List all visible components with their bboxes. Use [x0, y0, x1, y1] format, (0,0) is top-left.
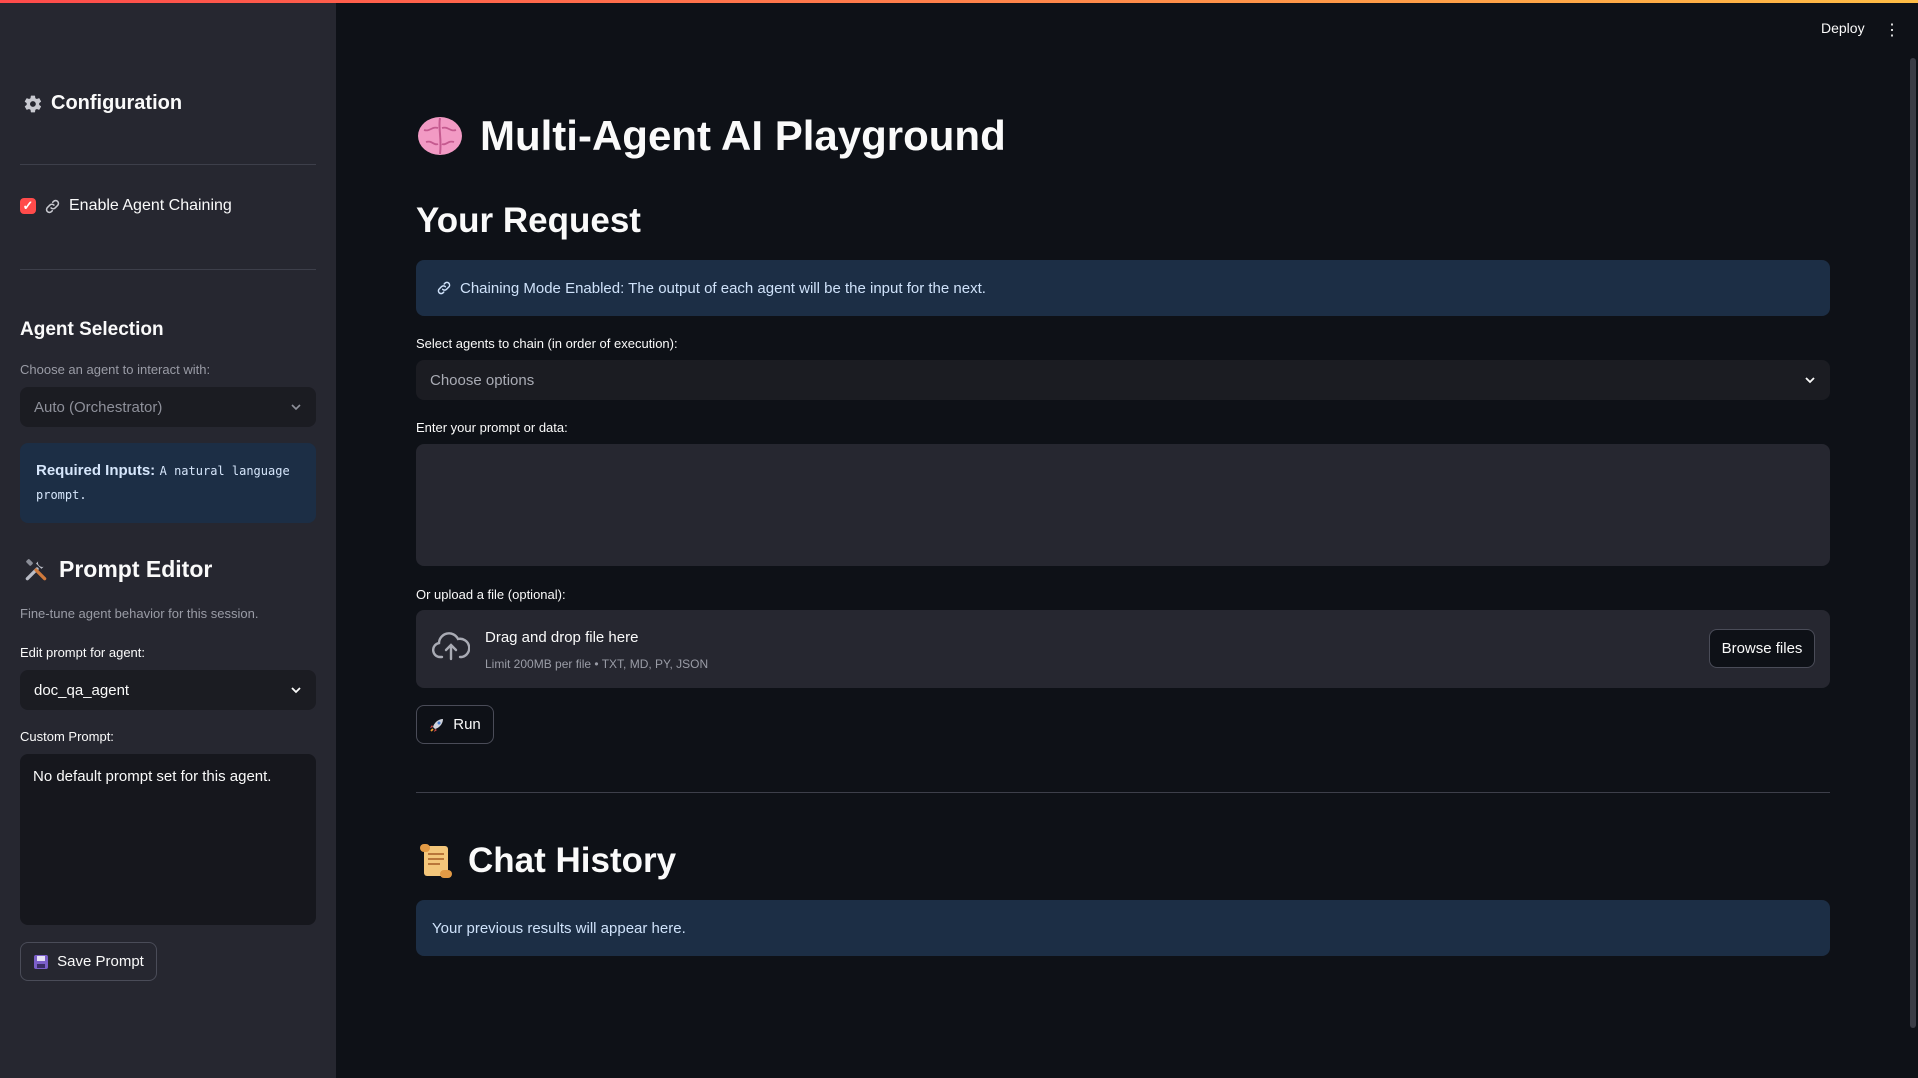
edit-prompt-label: Edit prompt for agent:	[20, 645, 146, 660]
browse-files-label: Browse files	[1721, 640, 1803, 657]
prompt-agent-select[interactable]: doc_qa_agent	[20, 670, 316, 710]
sidebar: Configuration ✓ Enable Agent Chaining Ag…	[0, 0, 336, 1078]
agents-multiselect[interactable]: Choose options	[416, 360, 1830, 400]
agent-select-value: Auto (Orchestrator)	[34, 398, 163, 416]
sidebar-title: Configuration	[23, 92, 182, 115]
link-icon	[44, 198, 61, 215]
chat-history-info-text: Your previous results will appear here.	[432, 919, 686, 937]
request-title: Your Request	[416, 201, 641, 240]
chevron-down-icon	[290, 684, 302, 696]
chevron-down-icon	[1804, 374, 1816, 386]
chaining-checkbox[interactable]: ✓	[20, 198, 36, 214]
custom-prompt-label: Custom Prompt:	[20, 729, 114, 744]
required-inputs-box: Required Inputs: A natural language prom…	[20, 443, 316, 523]
upload-limits: Limit 200MB per file • TXT, MD, PY, JSON	[485, 657, 709, 671]
chat-history-title: Chat History	[416, 841, 676, 881]
tools-icon	[23, 557, 49, 583]
cloud-upload-icon	[432, 632, 470, 662]
prompt-editor-title: Prompt Editor	[23, 556, 212, 583]
agent-select[interactable]: Auto (Orchestrator)	[20, 387, 316, 427]
scrollbar[interactable]	[1910, 58, 1916, 1028]
page-title-text: Multi-Agent AI Playground	[480, 112, 1006, 159]
scroll-icon	[416, 842, 454, 880]
main-menu-icon[interactable]: ⋮	[1884, 20, 1900, 40]
chat-history-title-text: Chat History	[468, 841, 677, 880]
deploy-button[interactable]: Deploy	[1821, 20, 1865, 36]
prompt-textarea[interactable]	[416, 444, 1830, 566]
chaining-checkbox-row[interactable]: ✓ Enable Agent Chaining	[20, 197, 232, 215]
gear-icon	[23, 94, 43, 114]
agents-chain-label: Select agents to chain (in order of exec…	[416, 336, 678, 351]
save-prompt-button[interactable]: Save Prompt	[20, 942, 157, 981]
prompt-editor-title-text: Prompt Editor	[59, 556, 213, 582]
upload-title: Drag and drop file here	[485, 629, 639, 646]
brain-icon	[416, 114, 464, 158]
rocket-icon	[429, 717, 445, 733]
custom-prompt-value: No default prompt set for this agent.	[33, 768, 272, 785]
sidebar-divider	[20, 269, 316, 270]
top-decoration-bar	[0, 0, 1918, 3]
file-uploader-dropzone[interactable]: Drag and drop file here Limit 200MB per …	[416, 610, 1830, 688]
agent-selection-title: Agent Selection	[20, 319, 164, 340]
link-icon	[436, 280, 452, 296]
content-divider	[416, 792, 1830, 793]
chat-history-info-box: Your previous results will appear here.	[416, 900, 1830, 956]
sidebar-divider	[20, 164, 316, 165]
browse-files-button[interactable]: Browse files	[1709, 629, 1815, 668]
run-button[interactable]: Run	[416, 705, 494, 744]
save-prompt-label: Save Prompt	[57, 953, 144, 970]
chevron-down-icon	[290, 401, 302, 413]
prompt-agent-select-value: doc_qa_agent	[34, 681, 130, 699]
agents-multiselect-placeholder: Choose options	[430, 371, 535, 389]
chaining-label: Enable Agent Chaining	[69, 197, 232, 214]
page-title: Multi-Agent AI Playground	[416, 112, 1006, 160]
upload-label: Or upload a file (optional):	[416, 587, 566, 602]
agent-selection-label: Choose an agent to interact with:	[20, 362, 211, 377]
run-label: Run	[453, 716, 481, 733]
prompt-input-label: Enter your prompt or data:	[416, 420, 568, 435]
prompt-editor-caption: Fine-tune agent behavior for this sessio…	[20, 606, 259, 621]
sidebar-title-text: Configuration	[51, 92, 183, 114]
chaining-info-text: Chaining Mode Enabled: The output of eac…	[460, 279, 986, 297]
floppy-disk-icon	[33, 954, 49, 970]
custom-prompt-textarea[interactable]: No default prompt set for this agent.	[20, 754, 316, 925]
chaining-info-box: Chaining Mode Enabled: The output of eac…	[416, 260, 1830, 316]
required-inputs-label: Required Inputs:	[36, 462, 156, 479]
